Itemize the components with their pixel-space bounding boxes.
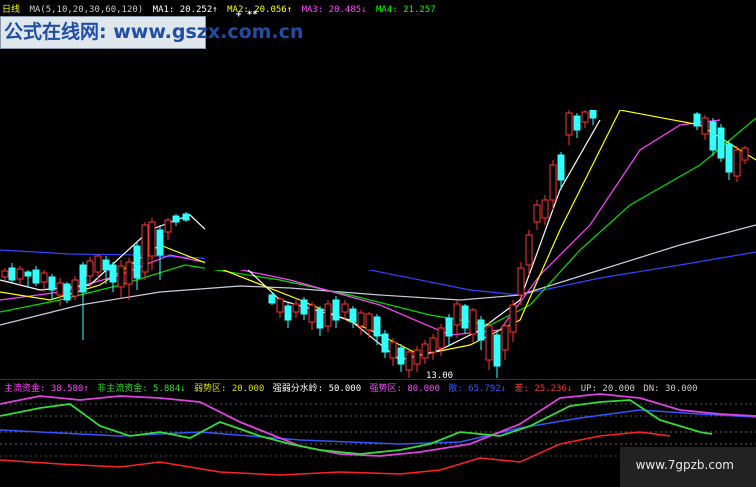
candle-body — [693, 113, 701, 127]
candle-body — [1, 270, 9, 278]
candle-body — [413, 349, 421, 365]
candle-body — [357, 312, 365, 327]
candle-body — [86, 260, 94, 277]
candle-body — [156, 229, 164, 256]
candle-body — [172, 215, 180, 223]
candle-body — [469, 309, 477, 335]
candle-body — [717, 127, 725, 159]
candle-body — [549, 164, 557, 201]
candle-body — [461, 305, 469, 329]
candle-body — [16, 268, 24, 280]
candle-body — [102, 259, 110, 271]
ma1-value: MA1: 20.252↑ — [152, 5, 218, 15]
candle-body — [381, 333, 389, 353]
candle-body — [32, 269, 40, 284]
candle-body — [48, 276, 56, 291]
period-label[interactable]: 日线 — [2, 5, 20, 15]
plus-marks: + ** — [236, 10, 258, 20]
candle-body — [284, 305, 292, 321]
candle-body — [557, 154, 565, 181]
candle-body — [292, 303, 300, 313]
candle-body — [324, 303, 332, 327]
candle-body — [733, 149, 741, 177]
candle-body — [437, 327, 445, 349]
candle-body — [8, 267, 16, 281]
candle-body — [373, 316, 381, 337]
candle-body — [300, 299, 308, 315]
non-main-fund-line — [0, 399, 713, 455]
candle-body — [117, 265, 125, 288]
candle-body — [453, 303, 461, 326]
ma4-value: MA4: 21.257 — [376, 5, 436, 15]
candle-body — [133, 245, 141, 279]
candle-body — [525, 234, 533, 266]
candle-body — [182, 213, 190, 221]
candle-body — [341, 303, 349, 313]
stock-chart-window: 日线 MA(5,10,20,30,60,120) MA1: 20.252↑ MA… — [0, 0, 756, 487]
chart-gap — [205, 55, 425, 270]
candle-body — [268, 294, 276, 304]
candle-body — [397, 347, 405, 365]
candle-body — [541, 199, 549, 219]
candle-body — [365, 313, 373, 331]
candle-body — [533, 204, 541, 223]
candle-body — [148, 221, 156, 257]
candle-body — [485, 325, 493, 361]
ma-title: MA(5,10,20,30,60,120) — [29, 5, 144, 15]
candle-body — [308, 304, 316, 323]
candle-body — [276, 298, 284, 313]
candle-body — [573, 115, 581, 131]
candle-body — [164, 219, 172, 233]
candle-body — [565, 112, 573, 136]
chart-gap — [425, 0, 755, 110]
candle-body — [701, 117, 709, 135]
candle-body — [429, 337, 437, 353]
panel-divider — [0, 379, 756, 380]
ma3-value: MA3: 20.485↓ — [301, 5, 367, 15]
candle-body — [141, 224, 149, 273]
candle-body — [24, 271, 32, 277]
candle-body — [71, 279, 79, 297]
candle-body — [725, 143, 733, 173]
chart-header: 日线 MA(5,10,20,30,60,120) MA1: 20.252↑ MA… — [2, 2, 436, 15]
candle-body — [517, 267, 525, 296]
candle-body — [389, 341, 397, 359]
candle-body — [56, 282, 64, 296]
candle-body — [421, 343, 429, 359]
candle-body — [589, 109, 597, 119]
candle-body — [332, 299, 340, 321]
candle-body — [477, 319, 485, 341]
candle-body — [79, 264, 87, 293]
candle-body — [316, 308, 324, 329]
candle-body — [501, 325, 509, 351]
candle-body — [445, 317, 453, 337]
candle-body — [709, 121, 717, 151]
candle-body — [94, 255, 102, 273]
candle-body — [741, 147, 749, 161]
candle-body — [581, 111, 589, 123]
watermark: www.7gpzb.com — [635, 458, 734, 472]
retail-line — [0, 409, 756, 445]
site-banner: 公式在线网: www.gszx.com.cn — [0, 16, 303, 49]
candle-body — [125, 261, 133, 285]
candle-body — [405, 351, 413, 371]
candle-body — [493, 334, 501, 367]
candle-body — [109, 264, 117, 283]
candle-body — [509, 304, 517, 333]
candle-body — [63, 283, 71, 301]
candle-body — [349, 308, 357, 323]
candle-body — [40, 272, 48, 283]
